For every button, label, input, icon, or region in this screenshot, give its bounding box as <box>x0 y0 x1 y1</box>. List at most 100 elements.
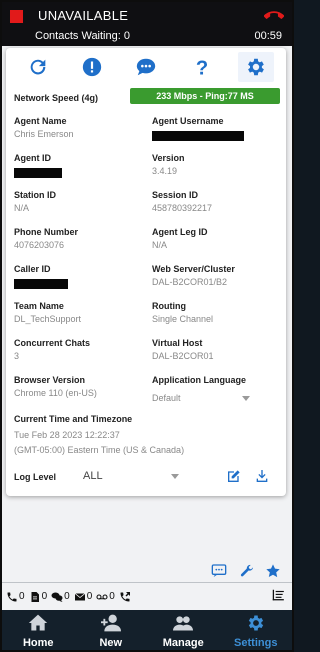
chat-bubbles-icon <box>51 592 63 602</box>
svg-text:?: ? <box>196 57 208 78</box>
status-timer: 00:59 <box>254 30 282 42</box>
home-icon <box>29 614 48 631</box>
concurrent-chats-label: Concurrent Chats <box>14 338 91 348</box>
session-id-field: Session ID 458780392217 <box>152 190 212 216</box>
settings-button[interactable] <box>238 52 274 82</box>
emails-count[interactable]: 0 <box>74 591 93 603</box>
phone-transfer-icon <box>120 591 130 601</box>
redacted-value <box>14 168 62 178</box>
log-level-label: Log Level <box>14 472 57 482</box>
chat-message-icon[interactable] <box>210 563 228 579</box>
routing-label: Routing <box>152 301 186 311</box>
phone-icon <box>7 592 17 601</box>
emails-count-value: 0 <box>86 591 93 602</box>
gear-icon <box>248 615 263 631</box>
edit-icon[interactable] <box>226 468 242 484</box>
agent-info-panel: ? Network Speed (4g) 233 Mbps - Ping:77 … <box>6 48 286 496</box>
current-time-field: Current Time and Timezone Tue Feb 28 202… <box>14 414 184 458</box>
nav-new-label: New <box>99 637 123 649</box>
help-icon: ? <box>196 57 208 78</box>
nav-manage[interactable]: Manage <box>147 610 220 650</box>
app-language-value: Default <box>152 393 181 403</box>
quick-actions-bar <box>2 560 292 582</box>
calls-count-value: 0 <box>19 591 25 602</box>
browser-version-label: Browser Version <box>14 375 86 385</box>
agent-name-value: Chris Emerson <box>14 129 74 139</box>
station-id-value: N/A <box>14 203 30 213</box>
chat-button[interactable] <box>128 52 164 82</box>
nav-settings[interactable]: Settings <box>220 610 293 650</box>
current-time-label: Current Time and Timezone <box>14 414 133 424</box>
nav-new[interactable]: New <box>75 610 148 650</box>
bottom-nav: Home New Manage Settings <box>2 610 292 650</box>
nav-home[interactable]: Home <box>2 610 75 650</box>
agent-id-label: Agent ID <box>14 153 51 163</box>
phone-number-value: 4076203076 <box>14 240 65 250</box>
virtual-host-field: Virtual Host DAL-B2COR01 <box>152 338 214 364</box>
chat-icon <box>136 58 156 76</box>
app-language-select[interactable]: Default <box>152 393 250 405</box>
redacted-value <box>14 279 68 289</box>
chevron-down-icon <box>171 474 179 479</box>
chats-count[interactable]: 0 <box>51 591 70 603</box>
status-indicator <box>10 10 23 23</box>
caller-id-field: Caller ID <box>14 264 68 291</box>
phone-number-field: Phone Number 4076203076 <box>14 227 78 253</box>
routing-value: Single Channel <box>152 314 214 324</box>
phone-number-label: Phone Number <box>14 227 79 237</box>
list-icon[interactable] <box>270 588 286 602</box>
nav-settings-label: Settings <box>234 637 278 649</box>
team-name-label: Team Name <box>14 301 64 311</box>
browser-version-field: Browser Version Chrome 110 (en-US) <box>14 375 97 401</box>
chevron-down-icon <box>242 396 250 401</box>
agent-status[interactable]: UNAVAILABLE <box>38 8 128 23</box>
help-button[interactable]: ? <box>184 52 220 82</box>
app-language-label: Application Language <box>152 375 247 385</box>
alert-button[interactable] <box>74 52 110 82</box>
transfers-count[interactable] <box>119 591 132 603</box>
chats-count-value: 0 <box>64 591 70 602</box>
network-speed-badge: 233 Mbps - Ping:77 MS <box>130 88 280 104</box>
envelope-icon <box>74 592 85 600</box>
wrench-icon[interactable] <box>238 563 256 579</box>
docs-count[interactable]: 0 <box>29 591 47 603</box>
agent-name-field: Agent Name Chris Emerson <box>14 116 74 142</box>
log-level-select[interactable]: ALL <box>83 470 179 484</box>
web-server-label: Web Server/Cluster <box>152 264 235 274</box>
app-language-field: Application Language <box>152 375 246 388</box>
refresh-icon <box>30 59 46 75</box>
star-icon[interactable] <box>264 563 282 579</box>
add-user-icon <box>100 614 121 632</box>
log-level-value: ALL <box>83 470 103 482</box>
agent-leg-id-label: Agent Leg ID <box>152 227 208 237</box>
virtual-host-label: Virtual Host <box>152 338 203 348</box>
redacted-value <box>152 131 244 141</box>
team-name-field: Team Name DL_TechSupport <box>14 301 81 327</box>
agent-id-field: Agent ID <box>14 153 62 180</box>
version-value: 3.4.19 <box>152 166 178 176</box>
voicemails-count[interactable]: 0 <box>96 591 115 603</box>
agent-username-label: Agent Username <box>152 116 224 126</box>
web-server-value: DAL-B2COR01/B2 <box>152 277 228 287</box>
voicemail-icon <box>96 593 108 600</box>
phone-hangup-icon[interactable] <box>264 6 284 26</box>
refresh-button[interactable] <box>20 52 56 82</box>
current-time-value: Tue Feb 28 2023 12:22:37 <box>14 430 120 440</box>
timezone-value: (GMT-05:00) Eastern Time (US & Canada) <box>14 445 185 455</box>
calls-count[interactable]: 0 <box>6 591 25 603</box>
document-icon <box>31 591 39 602</box>
web-server-field: Web Server/Cluster DAL-B2COR01/B2 <box>152 264 235 290</box>
virtual-host-value: DAL-B2COR01 <box>152 351 214 361</box>
download-icon[interactable] <box>254 468 270 484</box>
agent-username-field: Agent Username <box>152 116 244 143</box>
team-name-value: DL_TechSupport <box>14 314 82 324</box>
status-bar: UNAVAILABLE Contacts Waiting: 0 00:59 <box>2 2 292 46</box>
concurrent-chats-value: 3 <box>14 351 20 361</box>
alert-icon <box>82 57 102 77</box>
session-id-value: 458780392217 <box>152 203 213 213</box>
concurrent-chats-field: Concurrent Chats 3 <box>14 338 90 364</box>
users-icon <box>173 616 194 631</box>
agent-leg-id-field: Agent Leg ID N/A <box>152 227 208 253</box>
panel-toolbar: ? <box>6 48 286 86</box>
caller-id-label: Caller ID <box>14 264 51 274</box>
